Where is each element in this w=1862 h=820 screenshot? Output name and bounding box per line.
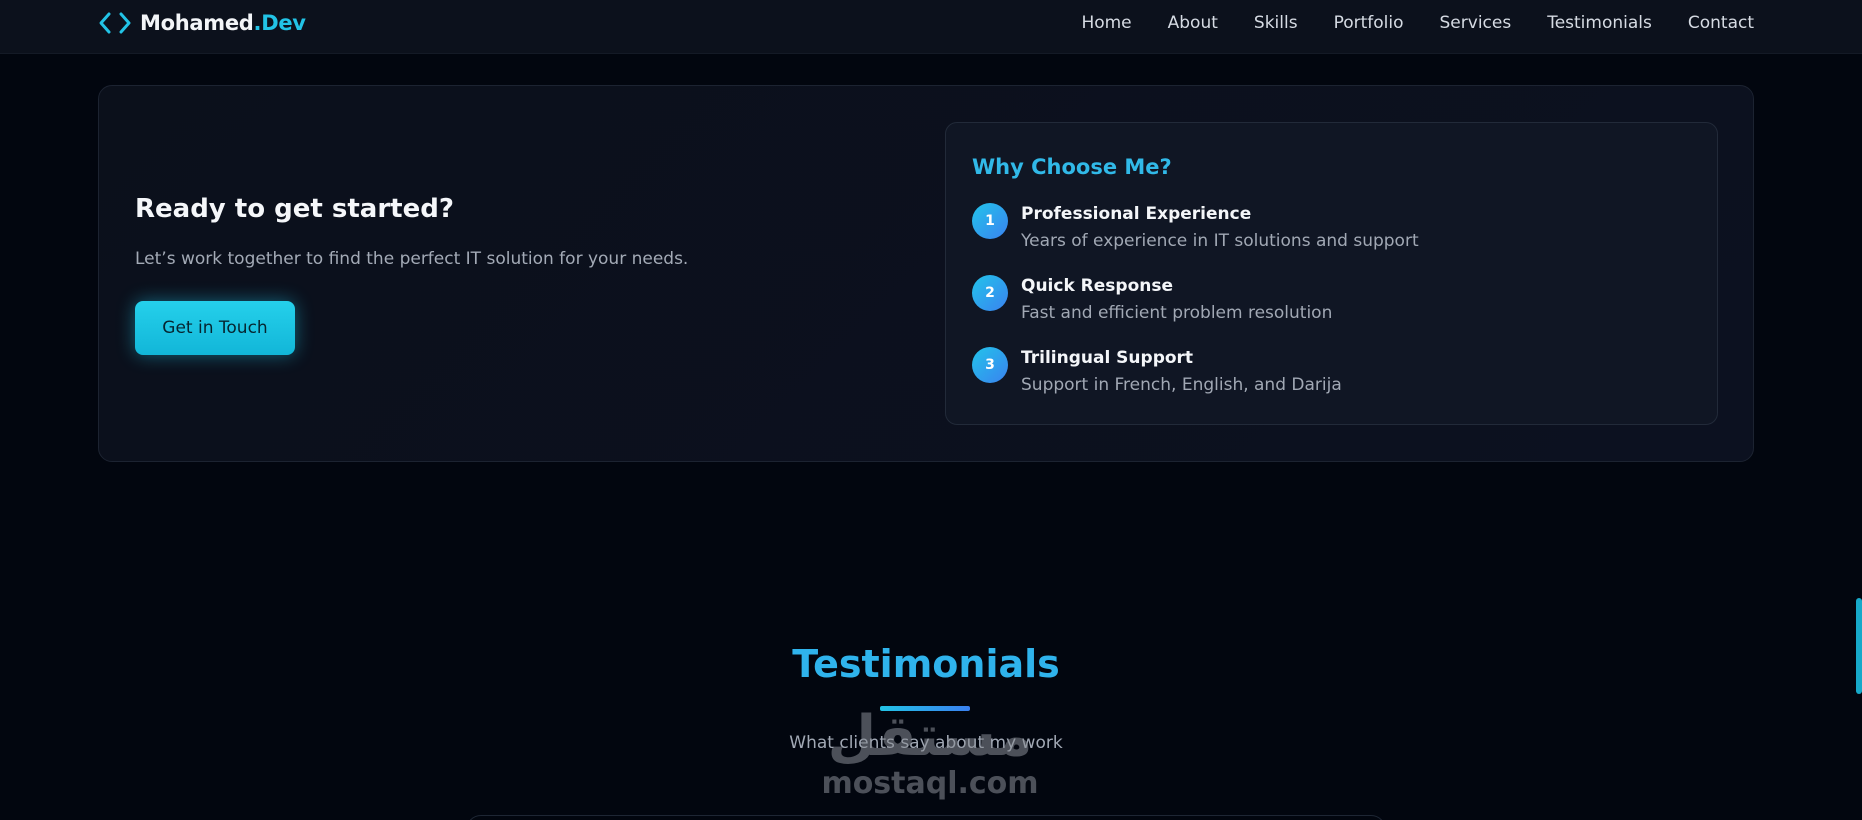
code-brackets-icon xyxy=(99,12,131,34)
cta-card: Ready to get started? Let’s work togethe… xyxy=(98,85,1754,462)
step-number-badge: 2 xyxy=(972,275,1008,311)
why-title: Why Choose Me? xyxy=(972,155,1172,179)
nav-link-home[interactable]: Home xyxy=(1081,13,1131,33)
mostaql-watermark: مستقل mostaql.com xyxy=(820,700,1040,810)
why-item-desc: Years of experience in IT solutions and … xyxy=(1021,231,1419,251)
nav-link-portfolio[interactable]: Portfolio xyxy=(1334,13,1404,33)
why-item: 1 Professional Experience Years of exper… xyxy=(972,203,1692,263)
why-item-desc: Support in French, English, and Darija xyxy=(1021,375,1342,395)
nav-link-contact[interactable]: Contact xyxy=(1688,13,1754,33)
watermark-arabic: مستقل xyxy=(828,704,1033,769)
scrollbar-thumb[interactable] xyxy=(1856,598,1862,694)
nav-link-testimonials[interactable]: Testimonials xyxy=(1547,13,1652,33)
testimonials-title: Testimonials xyxy=(792,642,1060,686)
testimonial-card xyxy=(466,815,1386,820)
cta-subtitle: Let’s work together to find the perfect … xyxy=(135,249,689,269)
why-choose-card: Why Choose Me? 1 Professional Experience… xyxy=(945,122,1718,425)
logo-accent: .Dev xyxy=(253,11,306,35)
why-item-title: Professional Experience xyxy=(1021,204,1252,224)
logo-text: Mohamed.Dev xyxy=(140,11,306,35)
nav-link-services[interactable]: Services xyxy=(1440,13,1512,33)
nav-link-skills[interactable]: Skills xyxy=(1254,13,1298,33)
nav-link-about[interactable]: About xyxy=(1168,13,1218,33)
watermark-latin: mostaql.com xyxy=(821,766,1039,801)
why-item: 3 Trilingual Support Support in French, … xyxy=(972,347,1692,407)
nav-links: Home About Skills Portfolio Services Tes… xyxy=(1081,13,1754,33)
why-item: 2 Quick Response Fast and efficient prob… xyxy=(972,275,1692,335)
cta-title: Ready to get started? xyxy=(135,194,454,224)
why-item-desc: Fast and efficient problem resolution xyxy=(1021,303,1333,323)
why-item-title: Trilingual Support xyxy=(1021,348,1194,368)
site-logo[interactable]: Mohamed.Dev xyxy=(98,10,306,36)
get-in-touch-button[interactable]: Get in Touch xyxy=(135,301,295,355)
step-number-badge: 3 xyxy=(972,347,1008,383)
step-number-badge: 1 xyxy=(972,203,1008,239)
top-navbar: Mohamed.Dev Home About Skills Portfolio … xyxy=(0,0,1862,54)
mostaql-logo-icon: مستقل xyxy=(828,704,1033,769)
why-item-title: Quick Response xyxy=(1021,276,1174,296)
logo-name: Mohamed xyxy=(140,11,254,35)
